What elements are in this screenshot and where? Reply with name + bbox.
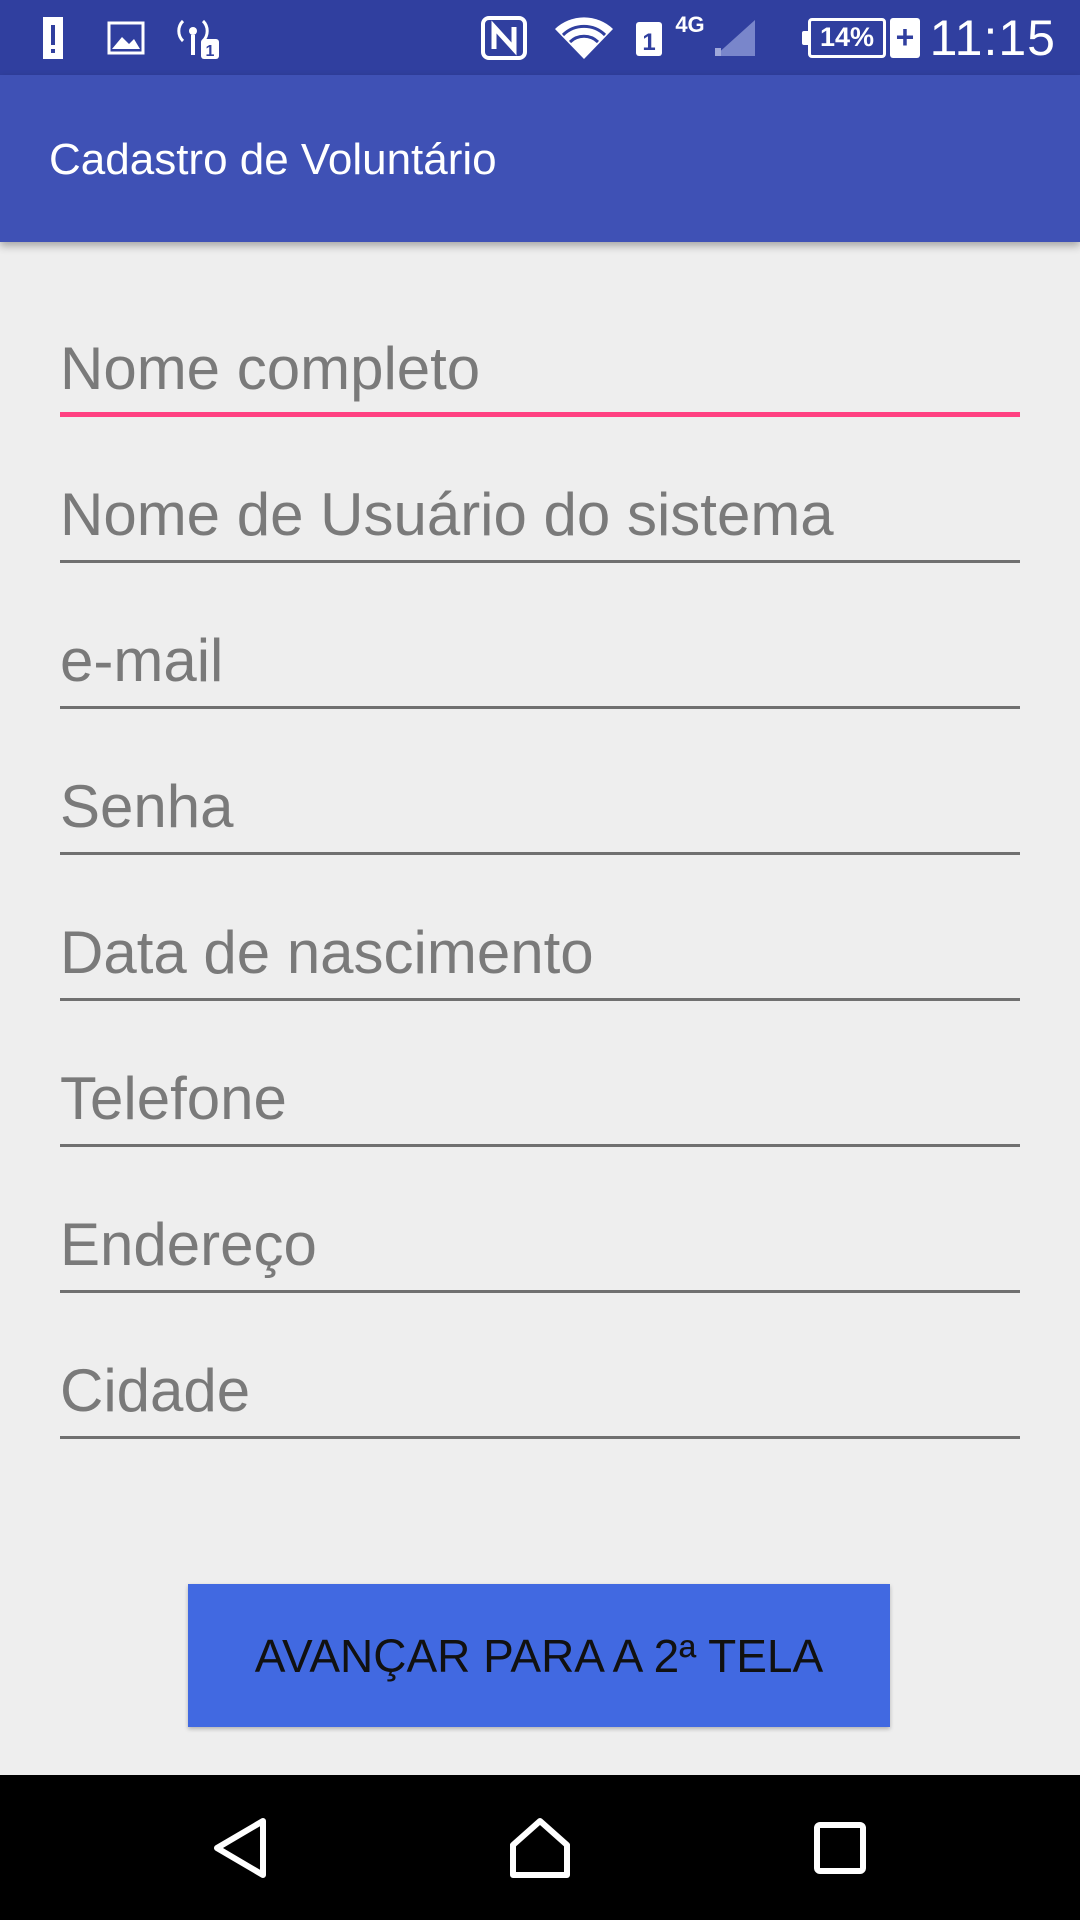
app-bar: Cadastro de Voluntário (0, 75, 1080, 242)
city-field[interactable] (60, 1322, 1020, 1468)
phone-field[interactable] (60, 1030, 1020, 1176)
navigation-bar (0, 1775, 1080, 1920)
email-field[interactable] (60, 592, 1020, 738)
phone-underline (60, 1144, 1020, 1147)
wifi-icon (552, 0, 616, 75)
svg-text:1: 1 (206, 43, 215, 60)
username-input[interactable] (60, 474, 1020, 554)
email-underline (60, 706, 1020, 709)
alert-icon (36, 0, 70, 75)
birthdate-input[interactable] (60, 912, 1020, 992)
status-bar: 1 1 4G 14% + 11:15 (0, 0, 1080, 75)
volunteer-form (60, 300, 1020, 1468)
password-underline (60, 852, 1020, 855)
address-field[interactable] (60, 1176, 1020, 1322)
cell-signal-icon (710, 0, 760, 75)
full-name-field[interactable] (60, 300, 1020, 446)
image-icon (106, 0, 146, 75)
status-time: 11:15 (929, 9, 1056, 66)
phone-input[interactable] (60, 1058, 1020, 1138)
password-field[interactable] (60, 738, 1020, 884)
recents-icon[interactable] (775, 1775, 905, 1920)
battery-icon: 14% + (802, 0, 924, 75)
city-input[interactable] (60, 1350, 1020, 1430)
password-input[interactable] (60, 766, 1020, 846)
email-input[interactable] (60, 620, 1020, 700)
back-icon[interactable] (176, 1775, 306, 1920)
birthdate-field[interactable] (60, 884, 1020, 1030)
app-title: Cadastro de Voluntário (49, 134, 497, 184)
address-input[interactable] (60, 1204, 1020, 1284)
username-underline (60, 560, 1020, 563)
sim1-icon: 1 (634, 0, 664, 75)
signal-tower-icon: 1 (174, 0, 224, 75)
address-underline (60, 1290, 1020, 1293)
advance-button[interactable]: AVANÇAR PARA A 2ª TELA (188, 1584, 890, 1727)
username-field[interactable] (60, 446, 1020, 592)
birthdate-underline (60, 998, 1020, 1001)
svg-text:1: 1 (642, 29, 655, 56)
charging-icon: + (890, 17, 920, 58)
battery-level: 14% (802, 17, 886, 58)
city-underline (60, 1436, 1020, 1439)
full-name-input[interactable] (60, 328, 1020, 408)
nfc-icon (478, 0, 530, 75)
home-icon[interactable] (475, 1775, 605, 1920)
4g-label: 4G (675, 12, 705, 37)
full-name-underline (60, 412, 1020, 417)
